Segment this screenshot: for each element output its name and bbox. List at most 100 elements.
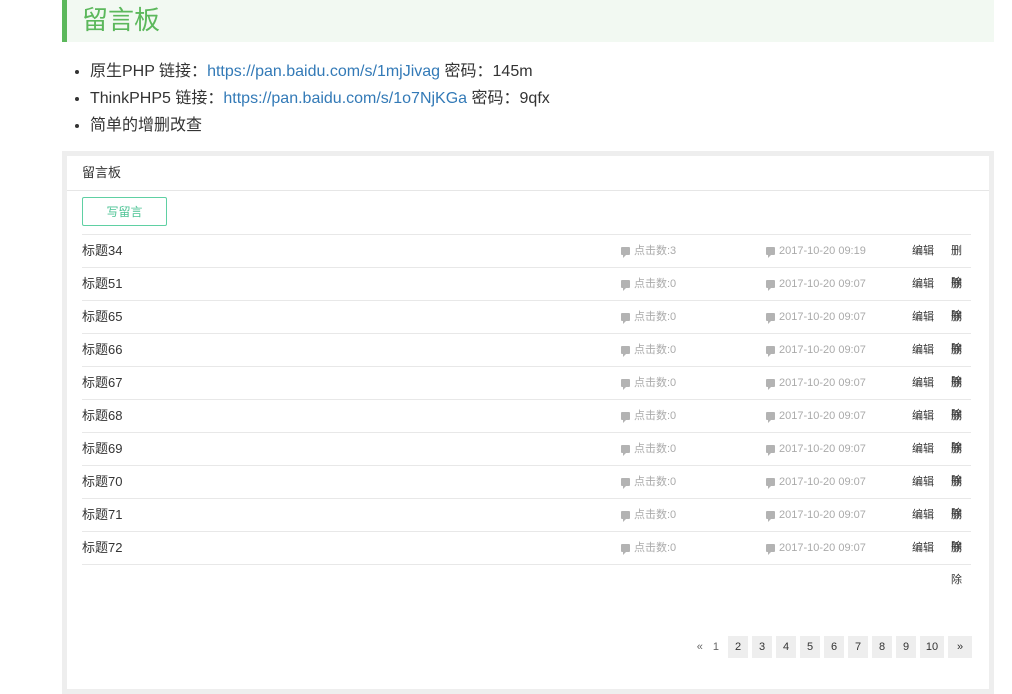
click-count: 点击数:0 <box>621 334 676 366</box>
click-count-text: 点击数:0 <box>634 542 677 554</box>
info-item: 简单的增删改查 <box>90 112 550 139</box>
info-password: 密码：9qfx <box>467 90 550 107</box>
message-title[interactable]: 标题65 <box>82 301 122 333</box>
message-title[interactable]: 标题69 <box>82 433 122 465</box>
pager-current: 1 <box>712 641 719 653</box>
comment-icon <box>766 379 775 390</box>
message-title[interactable]: 标题34 <box>82 235 122 267</box>
click-count: 点击数:0 <box>621 400 676 432</box>
edit-link[interactable]: 编辑 <box>912 235 934 267</box>
comment-icon <box>621 478 630 489</box>
download-link[interactable]: https://pan.baidu.com/s/1mjJivag <box>207 63 440 80</box>
write-message-button[interactable]: 写留言 <box>82 197 167 226</box>
info-list: 原生PHP 链接：https://pan.baidu.com/s/1mjJiva… <box>72 58 550 139</box>
message-title[interactable]: 标题70 <box>82 466 122 498</box>
click-count: 点击数:0 <box>621 532 676 564</box>
page-8-button[interactable]: 8 <box>872 636 892 658</box>
comment-icon <box>621 379 630 390</box>
page-5-button[interactable]: 5 <box>800 636 820 658</box>
page-header: 留言板 <box>62 0 994 42</box>
post-date-text: 2017-10-20 09:19 <box>779 245 866 257</box>
page-6-button[interactable]: 6 <box>824 636 844 658</box>
edit-link[interactable]: 编辑 <box>912 334 934 366</box>
post-date-text: 2017-10-20 09:07 <box>779 311 866 323</box>
download-link[interactable]: https://pan.baidu.com/s/1o7NjKGa <box>223 90 467 107</box>
page-4-button[interactable]: 4 <box>776 636 796 658</box>
comment-icon <box>766 280 775 291</box>
message-title[interactable]: 标题68 <box>82 400 122 432</box>
edit-link[interactable]: 编辑 <box>912 433 934 465</box>
pager-next[interactable]: » <box>948 636 972 658</box>
comment-icon <box>766 346 775 357</box>
post-date-text: 2017-10-20 09:07 <box>779 509 866 521</box>
click-count-text: 点击数:0 <box>634 476 677 488</box>
pager-prev[interactable]: « <box>692 636 708 658</box>
post-date: 2017-10-20 09:07 <box>766 334 866 366</box>
comment-icon <box>621 511 630 522</box>
edit-link[interactable]: 编辑 <box>912 301 934 333</box>
table-row: 标题68 点击数:0 2017-10-20 09:07 编辑 删除 <box>82 400 971 454</box>
click-count: 点击数:0 <box>621 268 676 300</box>
info-label: 原生PHP 链接： <box>90 63 208 80</box>
comment-icon <box>621 313 630 324</box>
message-list: 标题34 点击数:3 2017-10-20 09:19 编辑 删除 标题51 点击数:0 20… <box>82 234 971 586</box>
post-date: 2017-10-20 09:07 <box>766 301 866 333</box>
page-9-button[interactable]: 9 <box>896 636 916 658</box>
edit-link[interactable]: 编辑 <box>912 268 934 300</box>
table-row: 标题69 点击数:0 2017-10-20 09:07 编辑 删除 <box>82 433 971 487</box>
click-count-text: 点击数:0 <box>634 311 677 323</box>
info-password: 密码：145m <box>440 63 533 80</box>
table-row: 标题72 点击数:0 2017-10-20 09:07 编辑 删除 <box>82 532 971 586</box>
edit-link[interactable]: 编辑 <box>912 532 934 564</box>
click-count-text: 点击数:0 <box>634 410 677 422</box>
message-title[interactable]: 标题66 <box>82 334 122 366</box>
edit-link[interactable]: 编辑 <box>912 367 934 399</box>
message-title[interactable]: 标题71 <box>82 499 122 531</box>
edit-link[interactable]: 编辑 <box>912 400 934 432</box>
click-count-text: 点击数:0 <box>634 377 677 389</box>
post-date: 2017-10-20 09:07 <box>766 400 866 432</box>
page-7-button[interactable]: 7 <box>848 636 868 658</box>
table-row: 标题51 点击数:0 2017-10-20 09:07 编辑 删除 <box>82 268 971 322</box>
message-title[interactable]: 标题67 <box>82 367 122 399</box>
page-3-button[interactable]: 3 <box>752 636 772 658</box>
comment-icon <box>766 544 775 555</box>
comment-icon <box>621 280 630 291</box>
edit-link[interactable]: 编辑 <box>912 499 934 531</box>
delete-link[interactable]: 删除 <box>951 532 971 596</box>
click-count: 点击数:0 <box>621 466 676 498</box>
page-2-button[interactable]: 2 <box>728 636 748 658</box>
page-title: 留言板 <box>82 5 161 35</box>
panel-title: 留言板 <box>67 156 989 191</box>
table-row: 标题65 点击数:0 2017-10-20 09:07 编辑 删除 <box>82 301 971 355</box>
comment-icon <box>621 247 630 258</box>
pagination: « 1 2 3 4 5 6 7 8 9 10» <box>692 636 972 658</box>
post-date: 2017-10-20 09:07 <box>766 433 866 465</box>
comment-icon <box>766 247 775 258</box>
post-date: 2017-10-20 09:07 <box>766 367 866 399</box>
comment-icon <box>621 445 630 456</box>
comment-icon <box>621 412 630 423</box>
message-title[interactable]: 标题72 <box>82 532 122 564</box>
comment-icon <box>621 544 630 555</box>
table-row: 标题67 点击数:0 2017-10-20 09:07 编辑 删除 <box>82 367 971 421</box>
info-item: ThinkPHP5 链接：https://pan.baidu.com/s/1o7… <box>90 85 550 112</box>
message-panel: 留言板 写留言 标题34 点击数:3 2017-10-20 09:19 编辑 删除 标题5… <box>67 156 989 689</box>
click-count-text: 点击数:0 <box>634 443 677 455</box>
post-date-text: 2017-10-20 09:07 <box>779 278 866 290</box>
message-title[interactable]: 标题51 <box>82 268 122 300</box>
table-row: 标题70 点击数:0 2017-10-20 09:07 编辑 删除 <box>82 466 971 520</box>
post-date-text: 2017-10-20 09:07 <box>779 377 866 389</box>
comment-icon <box>766 313 775 324</box>
click-count-text: 点击数:0 <box>634 509 677 521</box>
info-label: 简单的增删改查 <box>90 117 203 134</box>
post-date-text: 2017-10-20 09:07 <box>779 344 866 356</box>
click-count-text: 点击数:0 <box>634 278 677 290</box>
post-date: 2017-10-20 09:07 <box>766 532 866 564</box>
click-count-text: 点击数:0 <box>634 344 677 356</box>
page-10-button[interactable]: 10 <box>920 636 944 658</box>
info-label: ThinkPHP5 链接： <box>90 90 224 107</box>
click-count: 点击数:3 <box>621 235 676 267</box>
post-date-text: 2017-10-20 09:07 <box>779 542 866 554</box>
edit-link[interactable]: 编辑 <box>912 466 934 498</box>
